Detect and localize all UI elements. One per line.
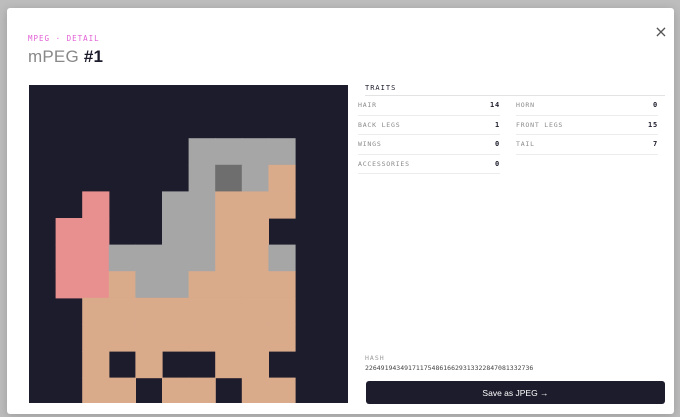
traits-left-column: HAIR 14 BACK LEGS 1 WINGS 0 ACCESSORIES 0: [358, 96, 500, 174]
trait-label: WINGS: [358, 140, 382, 149]
page-title: mPEG #1: [28, 47, 103, 67]
breadcrumb: MPEG · DETAIL: [28, 34, 100, 43]
trait-label: ACCESSORIES: [358, 159, 410, 168]
trait-label: FRONT LEGS: [516, 120, 564, 129]
pixel: [135, 351, 163, 379]
pixel: [215, 351, 243, 379]
close-icon[interactable]: ×: [653, 24, 669, 40]
pixel: [268, 191, 296, 219]
pixel: [188, 191, 216, 219]
pixel: [162, 218, 190, 246]
pixel: [108, 377, 136, 403]
trait-value: 0: [494, 140, 500, 149]
pixel: [188, 244, 216, 272]
pixel: [215, 164, 243, 192]
trait-value: 15: [647, 120, 658, 129]
pixel: [135, 297, 163, 325]
pixel: [241, 138, 269, 166]
pixel-art-canvas: [55, 138, 296, 403]
trait-row: FRONT LEGS 15: [516, 116, 658, 135]
pixel: [215, 297, 243, 325]
pixel: [268, 244, 296, 272]
pixel: [241, 164, 269, 192]
trait-row: ACCESSORIES 0: [358, 155, 500, 174]
hash-label: HASH: [365, 354, 385, 362]
title-number: #1: [83, 47, 104, 66]
pixel: [241, 351, 269, 379]
save-as-jpeg-button[interactable]: Save as JPEG →: [366, 381, 665, 404]
traits-right-column: HORN 0 FRONT LEGS 15 TAIL 7: [516, 96, 658, 155]
trait-row: TAIL 7: [516, 135, 658, 155]
trait-value: 14: [489, 101, 500, 110]
pixel: [82, 271, 110, 299]
pixel: [162, 377, 190, 403]
pixel: [82, 377, 110, 403]
pixel: [135, 324, 163, 352]
pixel: [241, 297, 269, 325]
pixel: [215, 324, 243, 352]
trait-value: 1: [494, 120, 500, 129]
pixel: [241, 191, 269, 219]
pixel: [268, 271, 296, 299]
pixel: [215, 271, 243, 299]
trait-label: BACK LEGS: [358, 120, 401, 129]
pixel: [241, 218, 269, 246]
pixel: [188, 324, 216, 352]
pixel: [108, 324, 136, 352]
hash-value: 2264919434917117548616629313322847081332…: [365, 364, 534, 372]
pixel: [135, 244, 163, 272]
trait-label: TAIL: [516, 140, 535, 149]
pixel: [215, 244, 243, 272]
pixel: [82, 244, 110, 272]
pixel: [188, 218, 216, 246]
pixel: [268, 297, 296, 325]
pixel: [215, 218, 243, 246]
pixel: [162, 191, 190, 219]
pixel: [268, 138, 296, 166]
trait-label: HAIR: [358, 101, 377, 110]
pixel: [162, 244, 190, 272]
pixel: [135, 271, 163, 299]
pixel: [268, 377, 296, 403]
pixel: [55, 271, 83, 299]
pixel: [82, 191, 110, 219]
pixel: [108, 244, 136, 272]
pixel: [215, 138, 243, 166]
pixel: [188, 164, 216, 192]
title-prefix: mPEG: [28, 47, 79, 66]
pixel: [188, 138, 216, 166]
pixel: [241, 324, 269, 352]
pixel: [241, 377, 269, 403]
trait-value: 0: [652, 101, 658, 110]
pixel: [82, 218, 110, 246]
pixel: [268, 324, 296, 352]
pixel: [162, 324, 190, 352]
pixel-art-image: [29, 85, 348, 403]
trait-row: BACK LEGS 1: [358, 116, 500, 135]
pixel: [108, 271, 136, 299]
detail-modal: × MPEG · DETAIL mPEG #1 TRAITS HAIR 14 BAC…: [7, 8, 674, 414]
trait-row: HAIR 14: [358, 96, 500, 116]
pixel: [215, 191, 243, 219]
pixel: [162, 297, 190, 325]
pixel: [82, 351, 110, 379]
pixel: [82, 324, 110, 352]
pixel: [241, 271, 269, 299]
pixel: [241, 244, 269, 272]
trait-value: 0: [494, 159, 500, 168]
pixel: [55, 218, 83, 246]
pixel: [188, 377, 216, 403]
trait-row: WINGS 0: [358, 135, 500, 155]
pixel: [188, 271, 216, 299]
pixel: [55, 244, 83, 272]
pixel: [162, 271, 190, 299]
pixel: [188, 297, 216, 325]
pixel: [268, 164, 296, 192]
trait-label: HORN: [516, 101, 535, 110]
pixel: [108, 297, 136, 325]
pixel: [82, 297, 110, 325]
trait-value: 7: [652, 140, 658, 149]
trait-row: HORN 0: [516, 96, 658, 116]
